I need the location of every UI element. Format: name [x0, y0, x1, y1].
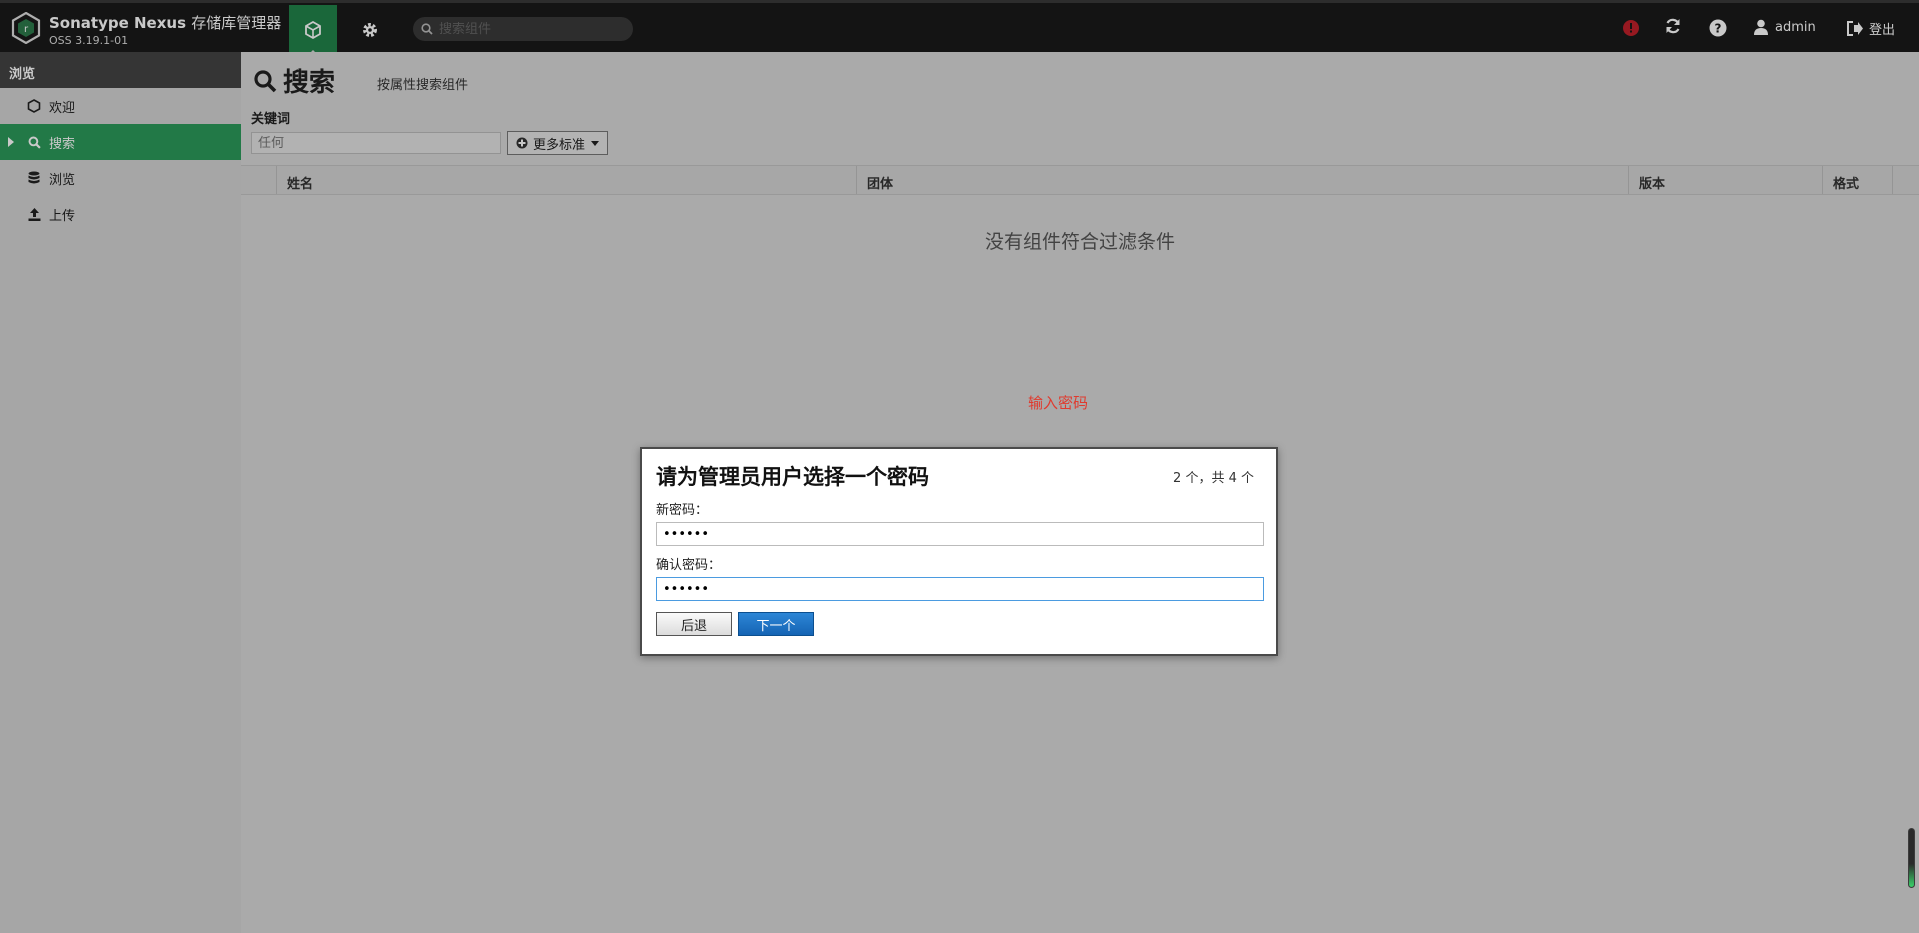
overlay-hint-text: 输入密码 — [1028, 394, 1089, 412]
new-password-label: 新密码： — [656, 503, 709, 518]
new-password-field[interactable] — [656, 522, 1264, 546]
back-button[interactable]: 后退 — [656, 612, 732, 636]
confirm-password-field[interactable] — [656, 577, 1264, 601]
dialog-step-indicator: 2 个，共 4 个 — [1173, 471, 1254, 486]
set-admin-password-dialog: 请为管理员用户选择一个密码 2 个，共 4 个 新密码： 确认密码： 后退 下一… — [640, 447, 1278, 656]
dialog-title: 请为管理员用户选择一个密码 — [656, 465, 929, 489]
scroll-indicator[interactable] — [1908, 828, 1915, 888]
confirm-password-label: 确认密码： — [656, 558, 722, 573]
next-button[interactable]: 下一个 — [738, 612, 814, 636]
